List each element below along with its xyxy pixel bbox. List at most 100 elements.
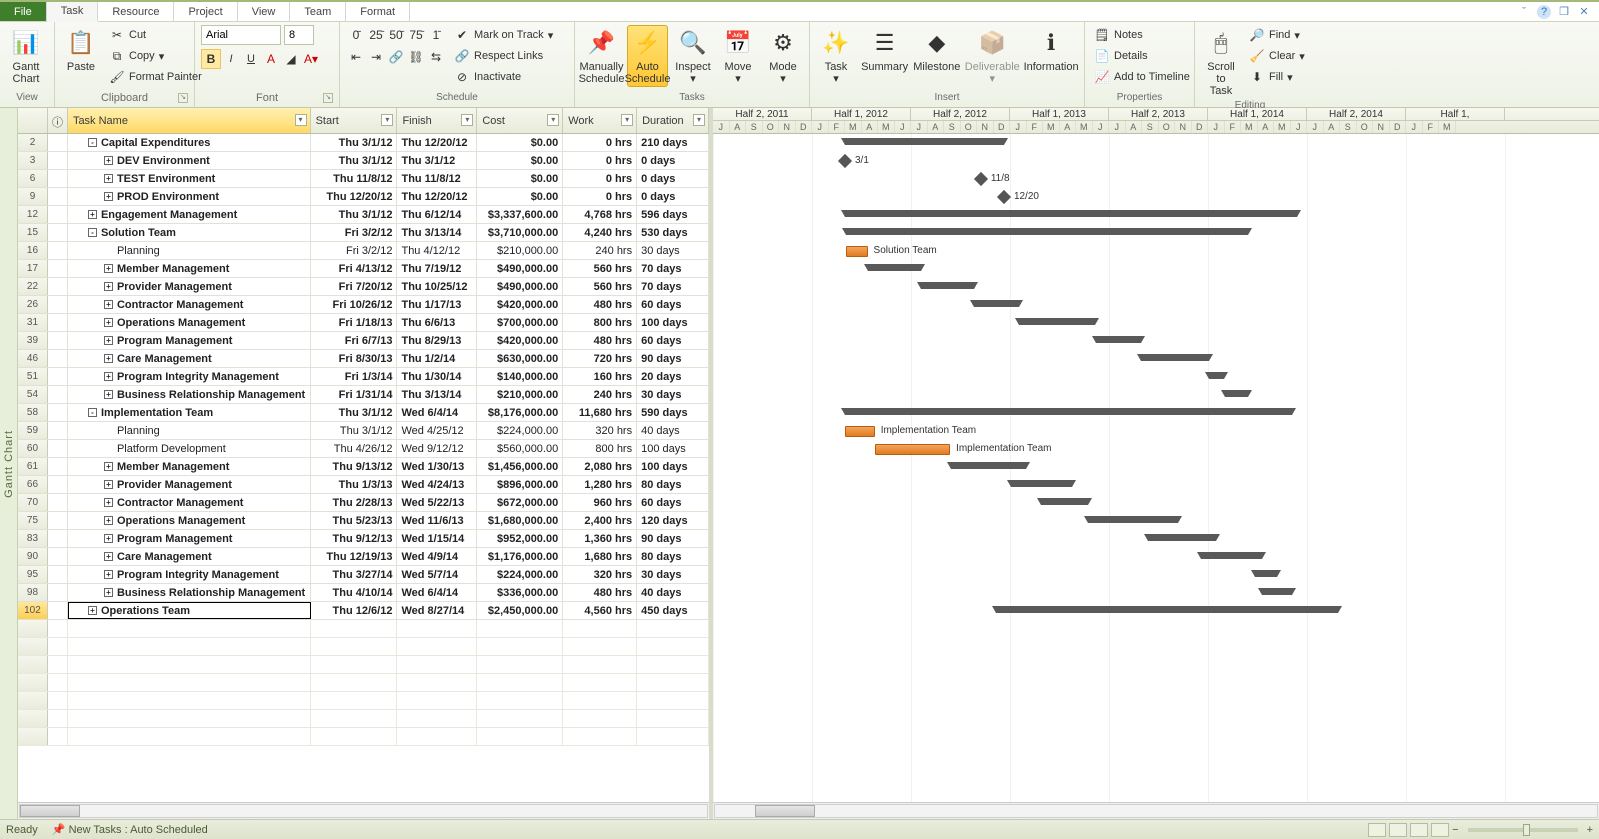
row-number[interactable]: 3 — [18, 152, 48, 169]
cell-finish[interactable]: Thu 3/13/14 — [397, 386, 477, 403]
row-number[interactable]: 75 — [18, 512, 48, 529]
cell-work[interactable]: 320 hrs — [563, 566, 637, 583]
cell-duration[interactable]: 60 days — [637, 296, 709, 313]
cell-cost[interactable]: $336,000.00 — [477, 584, 563, 601]
cell-start[interactable]: Fri 1/3/14 — [311, 368, 398, 385]
cell-work[interactable]: 2,080 hrs — [563, 458, 637, 475]
cell-cost[interactable]: $420,000.00 — [477, 332, 563, 349]
table-row[interactable]: 16PlanningFri 3/2/12Thu 4/12/12$210,000.… — [18, 242, 709, 260]
table-row[interactable]: 17+Member ManagementFri 4/13/12Thu 7/19/… — [18, 260, 709, 278]
expand-icon[interactable]: + — [104, 588, 113, 597]
pct75-button[interactable]: 75̄ — [406, 25, 426, 45]
table-row[interactable]: 90+Care ManagementThu 12/19/13Wed 4/9/14… — [18, 548, 709, 566]
tab-team[interactable]: Team — [290, 2, 346, 21]
cell-cost[interactable]: $560,000.00 — [477, 440, 563, 457]
fill-color-button[interactable]: ◢ — [281, 49, 301, 69]
cell-start[interactable]: Thu 3/27/14 — [311, 566, 398, 583]
table-row[interactable]: 26+Contractor ManagementFri 10/26/12Thu … — [18, 296, 709, 314]
table-row[interactable]: 6+TEST EnvironmentThu 11/8/12Thu 11/8/12… — [18, 170, 709, 188]
cell-cost[interactable]: $224,000.00 — [477, 422, 563, 439]
cell-finish[interactable]: Wed 6/4/14 — [397, 404, 477, 421]
row-number[interactable]: 90 — [18, 548, 48, 565]
cell-finish[interactable]: Thu 1/30/14 — [397, 368, 477, 385]
dropdown-icon[interactable]: ▾ — [295, 114, 307, 126]
cut-button[interactable]: ✂Cut — [106, 25, 205, 45]
col-duration[interactable]: Duration▾ — [637, 108, 709, 133]
gantt-bar[interactable] — [1096, 336, 1141, 343]
gantt-bar[interactable] — [868, 264, 921, 271]
table-row[interactable]: 61+Member ManagementThu 9/13/12Wed 1/30/… — [18, 458, 709, 476]
window-restore-icon[interactable]: ❐ — [1557, 5, 1571, 19]
table-row[interactable]: 70+Contractor ManagementThu 2/28/13Wed 5… — [18, 494, 709, 512]
row-number[interactable]: 54 — [18, 386, 48, 403]
insert-deliverable-button[interactable]: 📦Deliverable▾ — [965, 25, 1019, 87]
cell-task-name[interactable]: +DEV Environment — [68, 152, 311, 169]
cell-start[interactable]: Thu 4/26/12 — [311, 440, 398, 457]
row-number[interactable]: 95 — [18, 566, 48, 583]
cell-work[interactable]: 0 hrs — [563, 170, 637, 187]
cell-start[interactable]: Thu 4/10/14 — [311, 584, 398, 601]
zoom-in-icon[interactable]: + — [1587, 824, 1593, 836]
table-row[interactable]: 46+Care ManagementFri 8/30/13Thu 1/2/14$… — [18, 350, 709, 368]
col-start[interactable]: Start▾ — [311, 108, 398, 133]
expand-icon[interactable]: + — [104, 318, 113, 327]
cell-task-name[interactable]: +TEST Environment — [68, 170, 311, 187]
side-tab-gantt[interactable]: Gantt Chart — [0, 108, 18, 819]
cell-duration[interactable]: 80 days — [637, 548, 709, 565]
cell-cost[interactable]: $224,000.00 — [477, 566, 563, 583]
cell-start[interactable]: Thu 11/8/12 — [311, 170, 398, 187]
cell-finish[interactable]: Wed 1/30/13 — [397, 458, 477, 475]
table-row[interactable]: 54+Business Relationship ManagementFri 1… — [18, 386, 709, 404]
empty-row[interactable] — [18, 692, 709, 710]
cell-task-name[interactable]: +Care Management — [68, 548, 311, 565]
cell-cost[interactable]: $896,000.00 — [477, 476, 563, 493]
gantt-bar[interactable] — [846, 246, 868, 257]
cell-work[interactable]: 0 hrs — [563, 152, 637, 169]
dropdown-icon[interactable]: ▾ — [381, 114, 393, 126]
row-number[interactable]: 31 — [18, 314, 48, 331]
cell-duration[interactable]: 530 days — [637, 224, 709, 241]
cell-start[interactable]: Fri 10/26/12 — [311, 296, 398, 313]
cell-task-name[interactable]: +Contractor Management — [68, 494, 311, 511]
cell-task-name[interactable]: +PROD Environment — [68, 188, 311, 205]
table-row[interactable]: 15-Solution TeamFri 3/2/12Thu 3/13/14$3,… — [18, 224, 709, 242]
col-work[interactable]: Work▾ — [563, 108, 637, 133]
view-btn-1[interactable] — [1368, 823, 1386, 837]
mark-on-track-button[interactable]: ✔Mark on Track ▾ — [451, 25, 556, 45]
dropdown-icon[interactable]: ▾ — [621, 114, 633, 126]
cell-finish[interactable]: Thu 12/20/12 — [397, 134, 477, 151]
expand-icon[interactable]: + — [88, 210, 97, 219]
cell-duration[interactable]: 30 days — [637, 242, 709, 259]
cell-task-name[interactable]: +Operations Management — [68, 314, 311, 331]
gantt-bar[interactable] — [996, 606, 1338, 613]
fill-button[interactable]: ⬇Fill ▾ — [1246, 67, 1308, 87]
cell-finish[interactable]: Wed 4/25/12 — [397, 422, 477, 439]
table-row[interactable]: 60Platform DevelopmentThu 4/26/12Wed 9/1… — [18, 440, 709, 458]
cell-start[interactable]: Fri 1/31/14 — [311, 386, 398, 403]
cell-start[interactable]: Thu 9/13/12 — [311, 458, 398, 475]
cell-task-name[interactable]: -Solution Team — [68, 224, 311, 241]
cell-work[interactable]: 4,768 hrs — [563, 206, 637, 223]
dropdown-icon[interactable]: ▾ — [461, 114, 473, 126]
cell-finish[interactable]: Thu 10/25/12 — [397, 278, 477, 295]
table-row[interactable]: 83+Program ManagementThu 9/12/13Wed 1/15… — [18, 530, 709, 548]
row-number[interactable]: 98 — [18, 584, 48, 601]
expand-icon[interactable]: + — [104, 354, 113, 363]
table-row[interactable]: 98+Business Relationship ManagementThu 4… — [18, 584, 709, 602]
grid-corner[interactable] — [18, 108, 48, 133]
row-number[interactable]: 102 — [18, 602, 48, 619]
cell-duration[interactable]: 80 days — [637, 476, 709, 493]
cell-cost[interactable]: $672,000.00 — [477, 494, 563, 511]
gantt-bar[interactable] — [1011, 480, 1072, 487]
cell-cost[interactable]: $630,000.00 — [477, 350, 563, 367]
cell-start[interactable]: Fri 4/13/12 — [311, 260, 398, 277]
col-task-name[interactable]: Task Name▾ — [68, 108, 311, 133]
scroll-to-task-button[interactable]: 🖱Scroll to Task — [1201, 25, 1241, 99]
cell-finish[interactable]: Wed 9/12/12 — [397, 440, 477, 457]
gantt-bar[interactable] — [845, 408, 1292, 415]
collapse-icon[interactable]: - — [88, 228, 97, 237]
cell-work[interactable]: 240 hrs — [563, 242, 637, 259]
row-number[interactable]: 12 — [18, 206, 48, 223]
gantt-milestone[interactable] — [838, 154, 852, 168]
cell-work[interactable]: 560 hrs — [563, 278, 637, 295]
